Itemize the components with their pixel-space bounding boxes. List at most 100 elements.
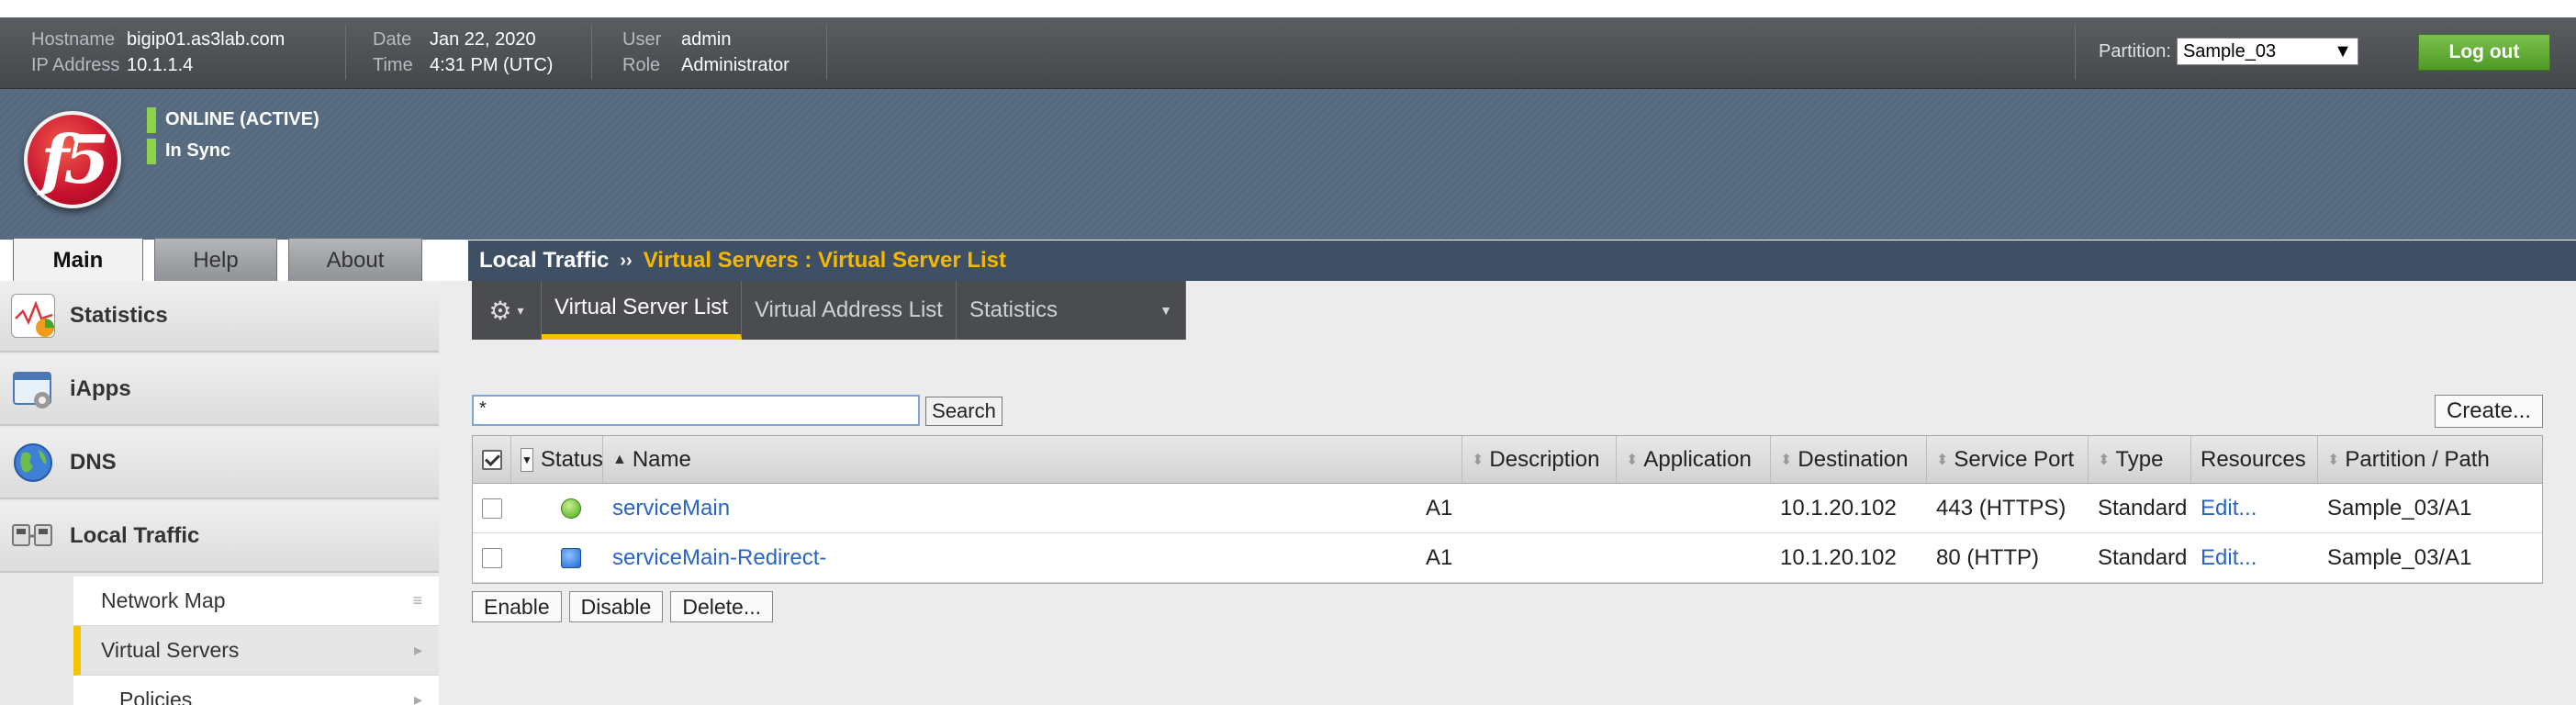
enable-button[interactable]: Enable [472, 591, 562, 622]
gear-icon[interactable]: ⚙ ▾ [472, 281, 542, 340]
f5-logo: f5 [24, 111, 121, 208]
subnav-label: Virtual Servers [101, 638, 240, 662]
list-icon: ≡ [412, 591, 422, 610]
tab-statistics-label: Statistics [969, 297, 1058, 322]
subnav-label: Network Map [101, 588, 226, 612]
destination-header[interactable]: ⬍ Destination [1771, 436, 1927, 483]
subnav-label: Policies [119, 688, 193, 705]
table-row: serviceMain A1 10.1.20.102 443 (HTTPS) S… [473, 484, 2542, 533]
resources-cell: Edit... [2191, 533, 2318, 582]
subnav-policies[interactable]: Policies ▸ [73, 676, 439, 705]
divider [345, 25, 346, 80]
nav-item-dns[interactable]: DNS [0, 428, 439, 499]
description-header[interactable]: ⬍ Description [1462, 436, 1617, 483]
nav-label: Local Traffic [70, 523, 200, 548]
iapps-icon [11, 367, 55, 411]
chevron-right-icon: ▸ [413, 690, 422, 705]
virtual-server-table: ▼ Status ▲ Name ⬍ Description ⬍ Application … [472, 435, 2543, 584]
tab-statistics[interactable]: Statistics ▼ [957, 281, 1186, 340]
nav-item-local-traffic[interactable]: Local Traffic [0, 501, 439, 573]
status-filter-icon[interactable]: ▼ [521, 447, 533, 472]
datetime-info: Date Jan 22, 2020 Time 4:31 PM (UTC) [373, 27, 553, 78]
sort-icon: ⬍ [2327, 452, 2340, 468]
virtual-server-link[interactable]: serviceMain [612, 496, 730, 521]
breadcrumb-separator: ›› [620, 250, 633, 271]
status-header-label: Status [540, 446, 603, 472]
sort-icon: ⬍ [2098, 452, 2111, 468]
subnav-network-map[interactable]: Network Map ≡ [73, 576, 439, 626]
application-cell [1617, 484, 1771, 532]
application-cell [1617, 533, 1771, 582]
partition-value: Sample_03 [2182, 40, 2277, 62]
time-value: 4:31 PM (UTC) [430, 55, 554, 75]
select-all-cell [473, 436, 511, 483]
tab-virtual-server-list[interactable]: Virtual Server List [542, 281, 742, 340]
subnav-virtual-servers[interactable]: Virtual Servers ▸ [73, 626, 439, 676]
breadcrumb-section[interactable]: Local Traffic [479, 248, 609, 274]
tab-about[interactable]: About [288, 238, 422, 282]
sort-icon: ⬍ [1472, 452, 1484, 468]
user-value: admin [681, 29, 732, 50]
tab-main[interactable]: Main [13, 238, 143, 282]
name-cell: serviceMain [557, 484, 1417, 532]
tab-help[interactable]: Help [154, 238, 277, 282]
name-header-label: Name [632, 446, 691, 472]
delete-button[interactable]: Delete... [670, 591, 773, 622]
nav-label: Statistics [70, 303, 168, 328]
disable-button[interactable]: Disable [568, 591, 664, 622]
local-traffic-icon [11, 514, 55, 558]
logo-text: f5 [40, 120, 109, 198]
virtual-server-link[interactable]: serviceMain-Redirect- [612, 545, 826, 571]
destination-cell: 10.1.20.102 [1780, 544, 1897, 570]
sort-icon: ⬍ [1626, 452, 1639, 468]
table-actions: Enable Disable Delete... [472, 591, 773, 622]
type-cell: Standard [2098, 544, 2188, 570]
type-cell: Standard [2098, 495, 2188, 520]
nav-label: iApps [70, 376, 131, 401]
ip-label: IP Address [31, 55, 120, 75]
status-header[interactable]: ▼ Status [511, 436, 603, 483]
service-port-cell: 80 (HTTP) [1936, 544, 2040, 570]
service-port-header[interactable]: ⬍ Service Port [1927, 436, 2089, 483]
sort-icon: ⬍ [1936, 452, 1949, 468]
status-available-icon [561, 498, 581, 519]
type-header[interactable]: ⬍ Type [2089, 436, 2191, 483]
name-header[interactable]: ▲ Name [603, 436, 1462, 483]
edit-resources-link[interactable]: Edit... [2201, 496, 2257, 521]
name-cell: serviceMain-Redirect- [557, 533, 1417, 582]
hostname-value: bigip01.as3lab.com [127, 29, 286, 50]
user-label: User [622, 29, 662, 50]
status-unknown-icon [561, 547, 581, 568]
search-input[interactable]: * [472, 395, 920, 426]
row-checkbox[interactable] [482, 498, 502, 519]
partition-path-cell: Sample_03/A1 [2327, 495, 2472, 520]
status-sync: In Sync [147, 139, 230, 164]
user-info: User admin Role Administrator [622, 27, 790, 78]
nav-item-statistics[interactable]: Statistics [0, 281, 439, 352]
edit-resources-link[interactable]: Edit... [2201, 545, 2257, 571]
resources-header: Resources [2191, 436, 2318, 483]
application-header[interactable]: ⬍ Application [1617, 436, 1771, 483]
type-header-label: Type [2115, 446, 2164, 472]
row-checkbox[interactable] [482, 547, 502, 568]
description-cell: A1 [1426, 495, 1453, 520]
partition-path-header[interactable]: ⬍ Partition / Path [2318, 436, 2542, 483]
application-header-label: Application [1643, 446, 1752, 472]
resources-header-label: Resources [2201, 446, 2306, 472]
logout-button[interactable]: Log out [2418, 34, 2550, 71]
nav-item-iapps[interactable]: iApps [0, 354, 439, 426]
table-row: serviceMain-Redirect- A1 10.1.20.102 80 … [473, 533, 2542, 583]
status-online: ONLINE (ACTIVE) [147, 107, 319, 133]
left-navigation: Statistics iApps DNS Local Traffic Netwo… [0, 281, 439, 705]
search-button[interactable]: Search [925, 397, 1002, 426]
nav-label: DNS [70, 450, 117, 475]
banner: f5 ONLINE (ACTIVE) In Sync [0, 89, 2576, 240]
divider [826, 25, 827, 80]
tab-virtual-address-list[interactable]: Virtual Address List [742, 281, 957, 340]
create-button[interactable]: Create... [2435, 395, 2543, 428]
date-value: Jan 22, 2020 [430, 29, 536, 50]
partition-select[interactable]: Sample_03 ▼ [2176, 38, 2358, 65]
table-header: ▼ Status ▲ Name ⬍ Description ⬍ Application … [473, 436, 2542, 484]
date-label: Date [373, 29, 412, 50]
select-all-checkbox[interactable] [482, 449, 502, 470]
